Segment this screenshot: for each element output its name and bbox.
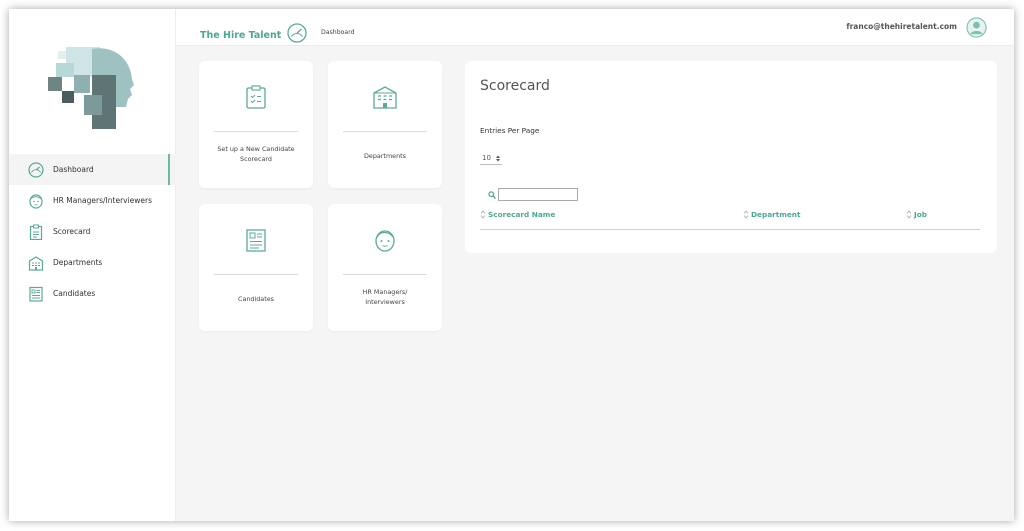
tile-label: HR Managers/ Interviewers <box>362 288 408 306</box>
entries-per-page-select[interactable]: 10 <box>480 152 502 165</box>
scorecard-panel: Scorecard Entries Per Page 10 Scorecard … <box>465 61 997 253</box>
building-icon <box>27 254 45 272</box>
sidebar-item-label: Dashboard <box>53 165 94 174</box>
face-icon <box>375 230 395 252</box>
sidebar-item-label: Scorecard <box>53 227 91 236</box>
sidebar-item-label: HR Managers/Interviewers <box>53 196 153 205</box>
tile-divider <box>214 131 298 132</box>
id-card-icon <box>246 229 266 252</box>
search-input[interactable] <box>498 188 578 201</box>
entries-per-page-label: Entries Per Page <box>480 126 540 135</box>
column-header-label: Scorecard Name <box>488 210 556 219</box>
column-header-department[interactable]: Department <box>743 210 800 219</box>
entries-per-page-value: 10 <box>482 154 491 162</box>
user-avatar-icon[interactable] <box>966 17 987 38</box>
tile-new-scorecard[interactable]: Set up a New Candidate Scorecard <box>199 61 313 188</box>
column-header-scorecard-name[interactable]: Scorecard Name <box>480 210 555 219</box>
tile-label: Candidates <box>237 295 274 303</box>
column-header-label: Department <box>751 210 801 219</box>
tile-label: Set up a New Candidate Scorecard <box>217 145 295 163</box>
tile-label: Departments <box>363 152 406 160</box>
sidebar-item-candidates[interactable]: Candidates <box>9 278 176 309</box>
tile-candidates[interactable]: Candidates <box>199 204 313 331</box>
top-bar: The Hire Talent Dashboard franco@thehire… <box>176 9 1014 46</box>
panel-title: Scorecard <box>480 78 550 94</box>
sort-icon <box>906 210 912 219</box>
sort-icon <box>480 210 486 219</box>
id-card-icon <box>27 285 45 303</box>
sidebar-item-dashboard[interactable]: Dashboard <box>9 154 176 185</box>
app-window: Dashboard HR Managers/Interviewers Score… <box>9 9 1014 521</box>
tile-departments[interactable]: Departments <box>328 61 442 188</box>
clipboard-check-icon <box>246 85 266 109</box>
face-icon <box>27 192 45 210</box>
dashboard-gauge-icon[interactable] <box>287 23 307 43</box>
sidebar-nav: Dashboard HR Managers/Interviewers Score… <box>9 154 176 309</box>
sidebar-item-label: Departments <box>53 258 103 267</box>
sort-icon <box>743 210 749 219</box>
user-email[interactable]: franco@thehiretalent.com <box>846 22 957 31</box>
sidebar: Dashboard HR Managers/Interviewers Score… <box>9 9 176 521</box>
select-arrows-icon <box>496 155 500 161</box>
column-header-label: Job <box>914 210 927 219</box>
tile-divider <box>343 274 427 275</box>
breadcrumb[interactable]: Dashboard <box>321 29 355 36</box>
tile-hr-managers[interactable]: HR Managers/ Interviewers <box>328 204 442 331</box>
building-icon <box>373 86 397 109</box>
tile-divider <box>214 274 298 275</box>
clipboard-icon <box>27 223 45 241</box>
column-header-job[interactable]: Job <box>906 210 927 219</box>
gauge-icon <box>27 161 45 179</box>
head-silhouette-logo <box>48 47 134 129</box>
sidebar-item-label: Candidates <box>53 289 96 298</box>
brand-name[interactable]: The Hire Talent <box>200 30 281 41</box>
sidebar-item-hr-managers[interactable]: HR Managers/Interviewers <box>9 185 176 216</box>
table-header-divider <box>480 229 980 230</box>
sidebar-item-departments[interactable]: Departments <box>9 247 176 278</box>
sidebar-item-scorecard[interactable]: Scorecard <box>9 216 176 247</box>
tile-divider <box>343 131 427 132</box>
search-icon <box>488 191 496 199</box>
